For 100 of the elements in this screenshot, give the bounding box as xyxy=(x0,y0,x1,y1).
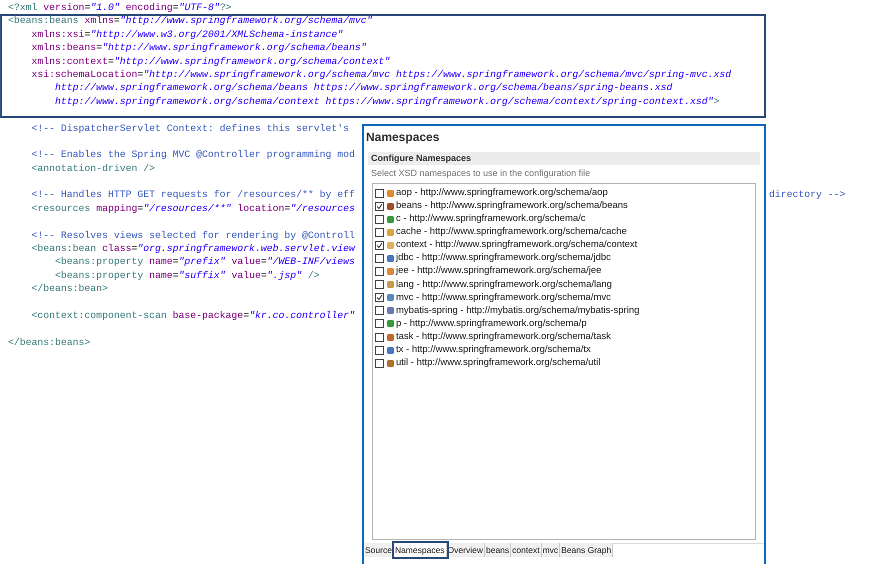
xml-attribute: location xyxy=(236,202,284,216)
equals-sign: = xyxy=(84,1,90,14)
xml-attribute: xmlns:xsi xyxy=(30,28,84,42)
checkbox[interactable] xyxy=(375,188,384,198)
panel-title: Namespaces xyxy=(365,129,440,146)
checkbox[interactable] xyxy=(375,240,384,250)
xml-comment: <!-- Handles HTTP GET requests for /resources/** by eff xyxy=(30,188,355,202)
namespace-label[interactable]: context - http://www.springframework.org/schema/context xyxy=(396,238,638,253)
namespace-label[interactable]: c - http://www.springframework.org/schema/c xyxy=(396,212,586,226)
xml-attribute: xmlns xyxy=(83,14,114,28)
attribute-value: "suffix" xyxy=(178,268,226,282)
attribute-value: "http://www.w3.org/2001/XMLSchema-instance" xyxy=(90,28,344,42)
attribute-value: "http://www.springframework.org/schema/context" xyxy=(114,54,390,68)
namespace-label[interactable]: aop - http://www.springframework.org/schema/aop xyxy=(396,186,608,200)
namespace-label[interactable]: tx - http://www.springframework.org/schema/tx xyxy=(396,343,591,358)
equals-sign: = xyxy=(284,202,290,216)
xml-tag: </beans:bean> xyxy=(8,282,108,296)
namespace-label[interactable]: jee - http://www.springframework.org/schema/jee xyxy=(396,264,602,279)
editor-tab[interactable]: Namespaces xyxy=(394,543,447,557)
xml-comment: <!-- Enables the Spring MVC @Controller programming mod xyxy=(30,148,355,162)
checkbox[interactable] xyxy=(375,228,384,237)
editor-tab[interactable]: mvc xyxy=(542,543,560,557)
xml-attribute: version xyxy=(42,1,84,14)
equals-sign: = xyxy=(108,54,114,68)
xml-attribute: encoding xyxy=(124,1,173,14)
xml-tag: <beans:property xyxy=(8,268,144,282)
namespace-label[interactable]: util - http://www.springframework.org/schema/util xyxy=(396,356,600,370)
xml-tag: ?> xyxy=(220,1,232,14)
namespace-label[interactable]: jdbc - http://www.springframework.org/schema/jdbc xyxy=(396,251,611,266)
attribute-value: "kr.co.controller" xyxy=(249,308,355,322)
equals-sign: = xyxy=(172,268,179,282)
namespace-label[interactable]: mvc - http://www.springframework.org/schema/mvc xyxy=(396,290,611,305)
xml-attribute: xmlns:context xyxy=(30,54,108,68)
namespace-label[interactable]: beans - http://www.springframework.org/schema/beans xyxy=(396,199,628,214)
equals-sign: = xyxy=(260,268,267,282)
checkbox[interactable] xyxy=(375,293,384,302)
xml-attribute: class xyxy=(101,242,132,256)
attribute-value: "/resources/**" xyxy=(143,202,232,216)
xml-tag: <context:component-scan xyxy=(8,308,167,322)
checkbox[interactable] xyxy=(375,306,384,316)
namespace-label[interactable]: mybatis-spring - http://mybatis.org/schema/mybatis-spring xyxy=(396,304,640,318)
checkbox[interactable] xyxy=(375,214,384,224)
xml-attribute: mapping xyxy=(95,202,138,216)
namespace-label[interactable]: cache - http://www.springframework.org/schema/cache xyxy=(396,225,627,240)
checkbox[interactable] xyxy=(375,346,384,355)
xml-comment: <!-- Resolves views selected for rendering by @Controll xyxy=(30,228,355,242)
checkbox[interactable] xyxy=(375,332,384,342)
namespace-label[interactable]: task - http://www.springframework.org/schema/task xyxy=(396,330,611,344)
attribute-value: "org.springframework.web.servlet.view xyxy=(137,242,355,256)
checkbox[interactable] xyxy=(375,280,384,290)
attribute-value: "/resources xyxy=(290,202,355,216)
attribute-value: "http://www.springframework.org/schema/beans" xyxy=(102,41,367,55)
checkbox[interactable] xyxy=(375,267,384,276)
xml-comment: directory --> xyxy=(769,188,846,202)
xml-attribute: name xyxy=(148,268,173,282)
attribute-value: "/WEB-INF/views xyxy=(266,255,355,269)
editor-tab[interactable]: Beans Graph xyxy=(560,543,614,557)
attribute-value: "1.0" xyxy=(90,1,120,14)
xml-attribute: xsi:schemaLocation xyxy=(30,68,138,82)
xml-tag: <annotation-driven /> xyxy=(8,162,155,176)
attribute-value: "prefix" xyxy=(178,255,226,269)
equals-sign: = xyxy=(172,1,179,14)
checkbox[interactable] xyxy=(375,319,384,328)
checkbox[interactable] xyxy=(375,254,384,264)
equals-sign: = xyxy=(137,202,144,216)
editor-tab[interactable]: beans xyxy=(484,543,512,557)
section-description: Select XSD namespaces to use in the configuration file xyxy=(371,167,592,180)
xml-tag: <resources xyxy=(8,202,90,216)
xml-attribute: base-package xyxy=(172,308,244,322)
equals-sign: = xyxy=(131,242,138,256)
equals-sign: = xyxy=(260,255,267,269)
editor-tab[interactable]: context xyxy=(511,543,542,557)
editor-tab[interactable]: Source xyxy=(364,543,394,557)
attribute-value: ".jsp" xyxy=(266,268,302,282)
xml-attribute: xmlns:beans xyxy=(30,41,96,55)
xml-attribute: value xyxy=(230,268,261,282)
xml-tag: > xyxy=(714,94,720,108)
xml-tag: /> xyxy=(302,268,320,282)
attribute-value: http://www.springframework.org/schema/beans https://www.springframework.org/schema/beans/spring-beans.xsd xyxy=(54,81,672,95)
xml-tag: <?xml xyxy=(8,1,38,14)
namespace-label[interactable]: lang - http://www.springframework.org/schema/lang xyxy=(396,278,612,292)
xml-tag: <beans:property xyxy=(8,255,144,269)
equals-sign: = xyxy=(114,14,120,28)
attribute-value: "UTF-8" xyxy=(178,1,220,14)
xml-tag: <beans:beans xyxy=(8,14,79,28)
xml-attribute: value xyxy=(230,255,261,269)
checkbox[interactable] xyxy=(375,202,384,211)
attribute-value: "http://www.springframework.org/schema/mvc https://www.springframework.org/schema/mvc/spring-mvc.xsd xyxy=(143,68,732,82)
xml-tag: <beans:bean xyxy=(8,242,96,256)
section-heading: Configure Namespaces xyxy=(371,152,472,165)
xml-comment: <!-- DispatcherServlet Context: defines this servlet's xyxy=(30,122,349,135)
equals-sign: = xyxy=(243,308,250,322)
equals-sign: = xyxy=(137,68,144,82)
attribute-value: "http://www.springframework.org/schema/mvc" xyxy=(120,14,373,28)
checkbox[interactable] xyxy=(375,358,384,368)
xml-attribute: name xyxy=(148,255,173,269)
attribute-value: http://www.springframework.org/schema/context https://www.springframework.org/schema/context/spring-context.xsd" xyxy=(54,94,714,108)
equals-sign: = xyxy=(84,28,90,42)
xml-tag: </beans:beans> xyxy=(8,336,90,350)
namespace-label[interactable]: p - http://www.springframework.org/schema/p xyxy=(396,316,587,332)
